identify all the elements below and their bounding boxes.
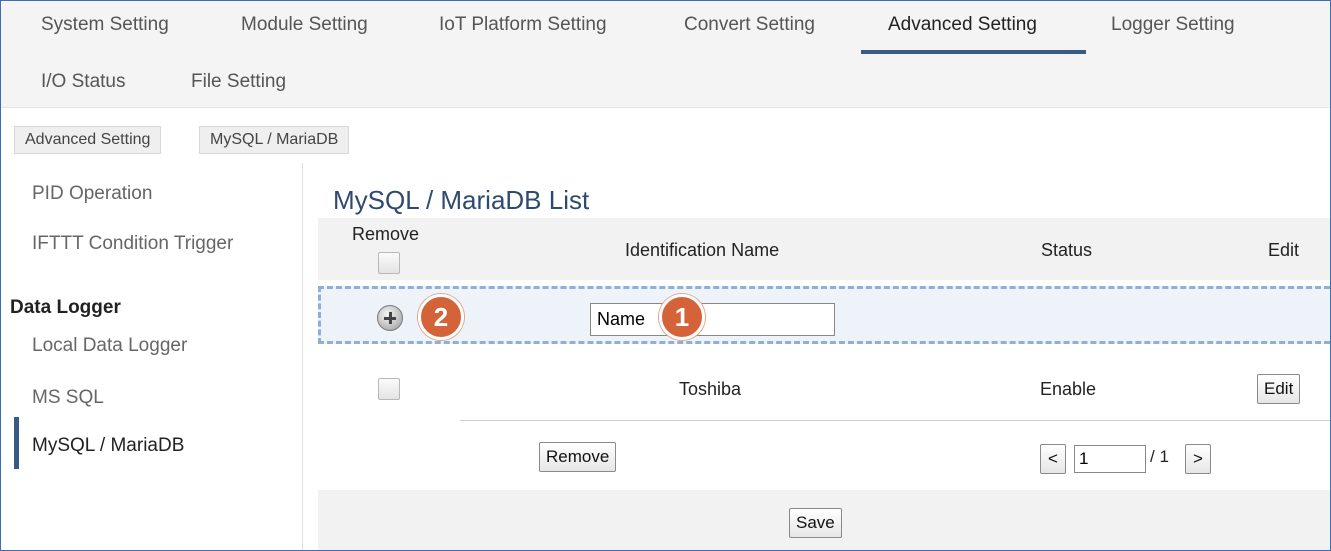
- row-select-checkbox[interactable]: [378, 378, 400, 400]
- sidebar-heading-data-logger: Data Logger: [10, 297, 121, 318]
- sidebar-item-ms-sql[interactable]: MS SQL: [32, 387, 104, 409]
- step-marker-1: 1: [659, 294, 705, 340]
- sidebar-item-local-data-logger[interactable]: Local Data Logger: [32, 335, 187, 357]
- sidebar-item-mysql-mariadb[interactable]: MySQL / MariaDB: [32, 435, 184, 457]
- sidebar: PID Operation IFTTT Condition Trigger Da…: [1, 163, 303, 550]
- select-all-checkbox[interactable]: [378, 252, 400, 274]
- sidebar-item-ifttt-condition-trigger[interactable]: IFTTT Condition Trigger: [32, 233, 233, 255]
- page-title: MySQL / MariaDB List: [333, 185, 590, 215]
- pager-page-input[interactable]: [1074, 445, 1146, 473]
- pager-next-button[interactable]: >: [1185, 444, 1211, 474]
- tab-convert-setting[interactable]: Convert Setting: [684, 14, 815, 36]
- breadcrumb: Advanced Setting MySQL / MariaDB: [1, 107, 1330, 163]
- row-divider: [460, 420, 1330, 421]
- sidebar-active-indicator: [14, 417, 19, 469]
- tab-advanced-setting[interactable]: Advanced Setting: [888, 14, 1037, 36]
- breadcrumb-item-advanced-setting[interactable]: Advanced Setting: [14, 126, 162, 154]
- tab-iot-platform-setting[interactable]: IoT Platform Setting: [439, 14, 607, 36]
- tab-system-setting[interactable]: System Setting: [41, 14, 169, 36]
- identification-name-input[interactable]: [590, 303, 835, 336]
- active-tab-indicator: [861, 50, 1086, 54]
- save-button[interactable]: Save: [789, 508, 842, 538]
- row-identification-name: Toshiba: [679, 379, 742, 399]
- pager-prev-button[interactable]: <: [1040, 444, 1066, 474]
- tab-file-setting[interactable]: File Setting: [191, 71, 286, 93]
- pager-total: / 1: [1150, 447, 1169, 466]
- remove-button[interactable]: Remove: [539, 442, 617, 472]
- table-header: [318, 218, 1330, 280]
- top-navigation: System Setting Module Setting IoT Platfo…: [1, 1, 1330, 107]
- tab-logger-setting[interactable]: Logger Setting: [1111, 14, 1235, 36]
- column-header-identification-name: Identification Name: [625, 240, 780, 260]
- step-marker-2: 2: [418, 294, 464, 340]
- row-status: Enable: [1040, 379, 1097, 399]
- plus-circle-icon[interactable]: [377, 305, 403, 331]
- column-header-edit: Edit: [1268, 240, 1300, 260]
- tab-module-setting[interactable]: Module Setting: [241, 14, 368, 36]
- edit-button[interactable]: Edit: [1257, 374, 1301, 404]
- sidebar-item-pid-operation[interactable]: PID Operation: [32, 183, 152, 205]
- breadcrumb-item-mysql-mariadb: MySQL / MariaDB: [199, 126, 350, 154]
- column-header-status: Status: [1041, 240, 1093, 260]
- tab-io-status[interactable]: I/O Status: [41, 71, 125, 93]
- column-header-remove: Remove: [352, 224, 420, 244]
